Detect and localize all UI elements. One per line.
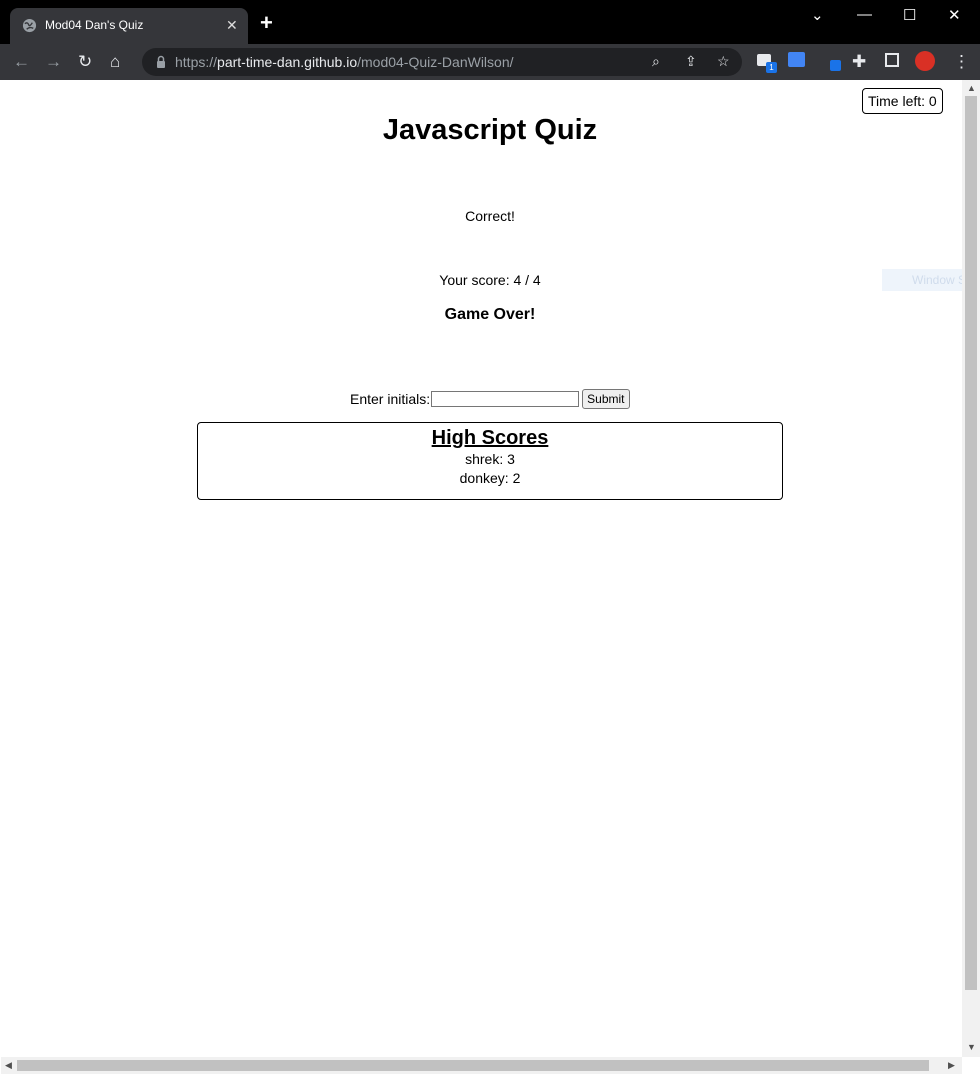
browser-titlebar: Mod04 Dan's Quiz ✕ + ⌄ — ☐ ✕: [0, 0, 980, 44]
initials-label: Enter initials:: [350, 391, 431, 407]
vertical-scrollbar[interactable]: ▲ ▼: [962, 80, 980, 1057]
horizontal-scrollbar[interactable]: ◀ ▶: [1, 1057, 962, 1074]
browser-tab[interactable]: Mod04 Dan's Quiz ✕: [10, 8, 248, 44]
globe-icon: [22, 18, 37, 33]
scroll-right-icon[interactable]: ▶: [948, 1060, 955, 1071]
back-button[interactable]: ←: [13, 52, 30, 72]
address-bar[interactable]: https://part-time-dan.github.io/mod04-Qu…: [142, 48, 742, 76]
initials-form: Enter initials: Submit: [350, 389, 630, 409]
game-over-heading: Game Over!: [444, 306, 536, 323]
high-score-entry: donkey: 2: [459, 470, 521, 486]
forward-button[interactable]: →: [45, 52, 62, 72]
page-content: Time left: 0 Javascript Quiz Correct! Yo…: [1, 80, 980, 1057]
maximize-button[interactable]: ☐: [903, 6, 916, 24]
scroll-up-icon[interactable]: ▲: [967, 83, 976, 93]
side-panel-icon[interactable]: [885, 53, 899, 67]
zoom-icon[interactable]: ⌕: [652, 53, 660, 70]
bookmark-star-icon[interactable]: ☆: [717, 53, 730, 70]
horizontal-scroll-thumb[interactable]: [17, 1060, 929, 1071]
url-text: https://part-time-dan.github.io/mod04-Qu…: [175, 54, 514, 70]
tab-search-icon[interactable]: ⌄: [811, 6, 824, 24]
initials-input[interactable]: [431, 391, 580, 407]
url-scheme: https://: [175, 54, 218, 70]
lock-icon: [157, 55, 165, 68]
tab-title: Mod04 Dan's Quiz: [45, 18, 144, 32]
new-tab-button[interactable]: +: [260, 12, 273, 34]
browser-toolbar: ← → ↻ ⌂ https://part-time-dan.github.io/…: [0, 44, 980, 80]
share-icon[interactable]: ⇪: [685, 53, 697, 70]
menu-dots-icon[interactable]: ⋮: [953, 52, 970, 72]
close-window-button[interactable]: ✕: [948, 6, 961, 24]
eyedropper-extension-icon[interactable]: [822, 52, 842, 72]
extension-icon[interactable]: 1: [757, 52, 777, 73]
url-path: /mod04-Quiz-DanWilson/: [357, 54, 514, 70]
close-tab-icon[interactable]: ✕: [226, 16, 238, 34]
answer-feedback: Correct!: [465, 208, 515, 224]
reload-button[interactable]: ↻: [78, 52, 92, 72]
puzzle-extensions-icon[interactable]: ✚: [852, 52, 866, 72]
avatar[interactable]: [915, 51, 935, 71]
submit-button[interactable]: Submit: [582, 389, 630, 409]
minimize-button[interactable]: —: [857, 6, 872, 23]
translate-shape: [788, 52, 805, 67]
high-scores-title: High Scores: [431, 427, 549, 449]
eyedropper-shape: [830, 60, 841, 71]
translate-icon[interactable]: [788, 52, 808, 72]
page-title: Javascript Quiz: [382, 114, 598, 146]
url-host: part-time-dan.github.io: [217, 54, 358, 70]
score-text: Your score: 4 / 4: [439, 272, 541, 288]
home-button[interactable]: ⌂: [110, 52, 120, 72]
scroll-down-icon[interactable]: ▼: [967, 1042, 976, 1052]
scroll-left-icon[interactable]: ◀: [5, 1060, 12, 1071]
extension-badge: 1: [766, 62, 777, 73]
high-score-entry: shrek: 3: [465, 451, 515, 467]
vertical-scroll-thumb[interactable]: [965, 96, 977, 990]
timer-display: Time left: 0: [862, 88, 943, 114]
high-scores-panel: High Scores shrek: 3 donkey: 2: [197, 422, 783, 500]
